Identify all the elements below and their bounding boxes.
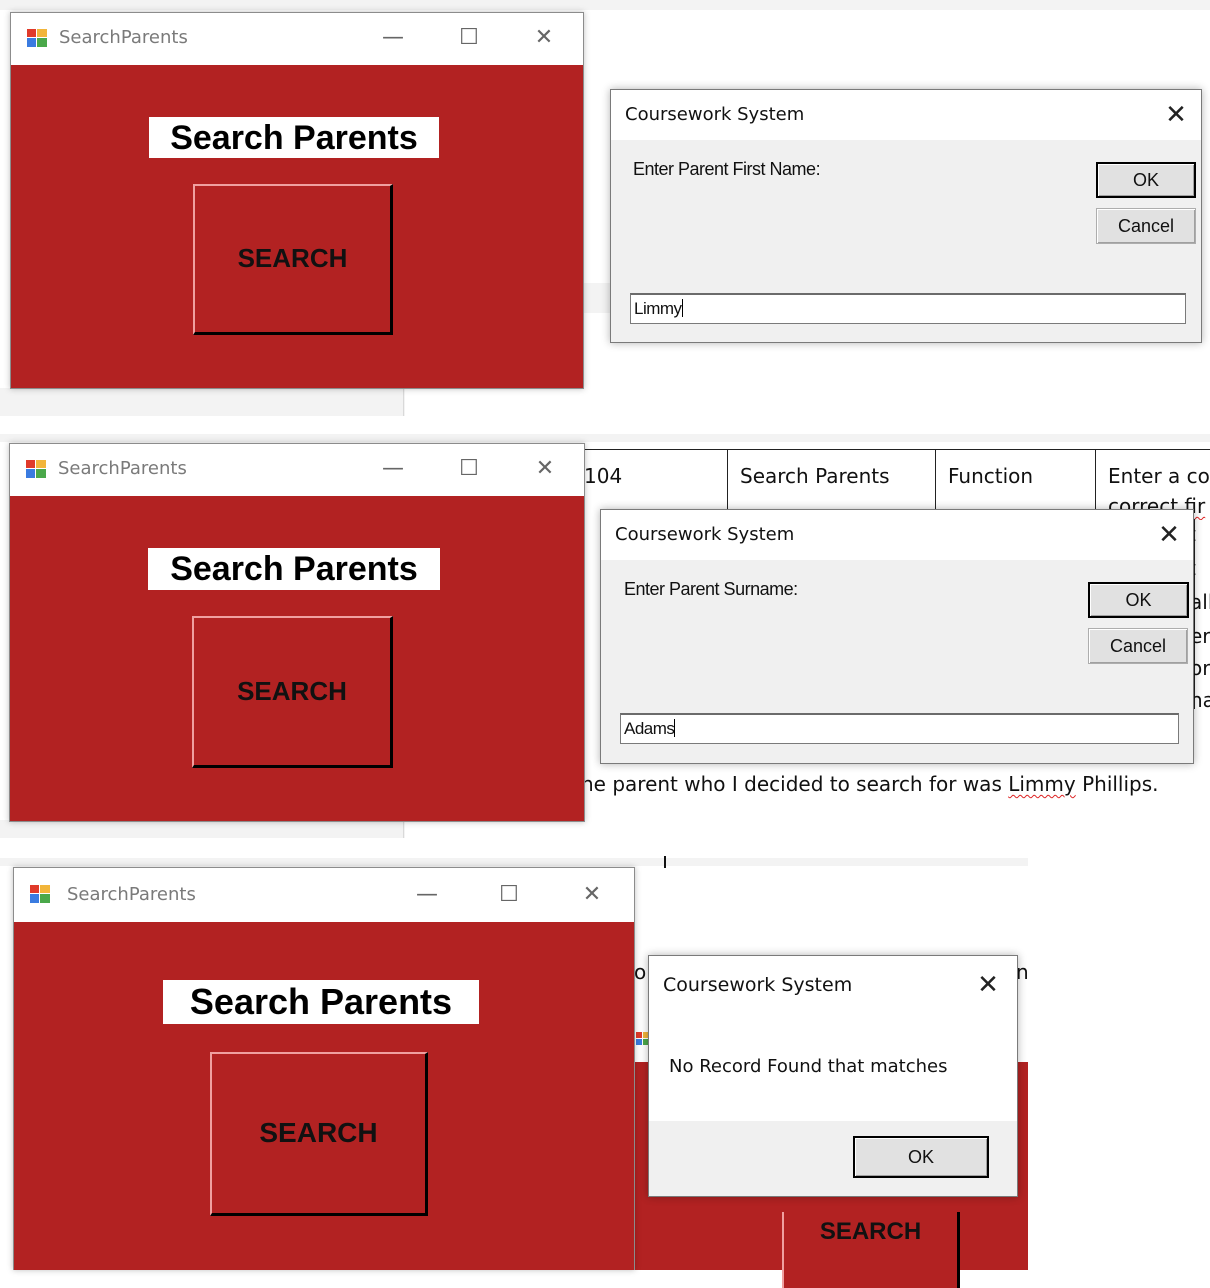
message-area: No Record Found that matches <box>649 1016 1017 1121</box>
misspelled-word: Limmy <box>1008 772 1076 796</box>
dialog-title: Coursework System <box>625 104 805 125</box>
doc-background-strip <box>583 283 613 313</box>
dialog-title-bar: Coursework System ✕ <box>649 956 1017 1016</box>
message-text: No Record Found that matches <box>669 1056 948 1077</box>
app-icon <box>27 29 47 47</box>
input-dialog: Coursework System ✕ Enter Parent First N… <box>610 89 1202 343</box>
page-title: Search Parents <box>148 548 440 590</box>
form-client-area: Search Parents SEARCH <box>11 65 583 388</box>
input-value: Limmy <box>634 299 682 318</box>
doc-background-strip <box>0 858 1028 866</box>
maximize-icon[interactable]: ☐ <box>494 880 524 910</box>
doc-divider <box>403 820 404 838</box>
dialog-title: Coursework System <box>615 524 795 545</box>
app-icon <box>30 885 50 903</box>
search-button[interactable]: SEARCH <box>193 184 393 335</box>
window-title: SearchParents <box>58 458 187 479</box>
search-button[interactable]: SEARCH <box>192 616 393 768</box>
dialog-title-bar: Coursework System ✕ <box>601 510 1193 560</box>
doc-fragment: o <box>634 960 647 984</box>
doc-sentence: he parent who I decided to search for wa… <box>581 772 1159 796</box>
table-cell-line: Enter a co <box>1108 464 1210 488</box>
doc-fragment-mark <box>664 856 666 868</box>
background-search-button[interactable]: SEARCH <box>782 1212 960 1288</box>
doc-background-strip <box>0 820 405 838</box>
title-bar: SearchParents — ☐ ✕ <box>11 13 583 65</box>
prompt-label: Enter Parent First Name: <box>633 159 821 179</box>
form-client-area: Search Parents SEARCH <box>14 922 634 1270</box>
close-icon[interactable]: ✕ <box>1159 98 1193 132</box>
title-bar: SearchParents — ☐ ✕ <box>10 444 584 496</box>
minimize-icon[interactable]: — <box>378 454 408 484</box>
search-parents-window: SearchParents — ☐ ✕ Search Parents SEARC… <box>13 867 635 1270</box>
dialog-title-bar: Coursework System ✕ <box>611 90 1201 140</box>
minimize-icon[interactable]: — <box>412 880 442 910</box>
minimize-icon[interactable]: — <box>378 23 408 53</box>
sentence-text: he parent who I decided to search for wa… <box>581 772 1009 796</box>
close-icon[interactable]: ✕ <box>577 880 607 910</box>
window-title: SearchParents <box>59 27 188 48</box>
cancel-button[interactable]: Cancel <box>1088 628 1188 664</box>
doc-background-strip <box>0 434 1210 442</box>
close-icon[interactable]: ✕ <box>529 23 559 53</box>
close-icon[interactable]: ✕ <box>530 454 560 484</box>
page-title: Search Parents <box>163 980 479 1024</box>
doc-background-strip <box>0 388 405 416</box>
search-parents-window: SearchParents — ☐ ✕ Search Parents SEARC… <box>9 443 585 822</box>
maximize-icon[interactable]: ☐ <box>454 454 484 484</box>
surname-input[interactable]: Adams <box>620 713 1179 744</box>
ok-button[interactable]: OK <box>1088 582 1189 618</box>
message-dialog: Coursework System ✕ No Record Found that… <box>648 955 1018 1197</box>
window-title: SearchParents <box>67 884 196 905</box>
cancel-button[interactable]: Cancel <box>1096 208 1196 244</box>
text-caret <box>681 299 683 317</box>
form-client-area: Search Parents SEARCH <box>10 496 584 821</box>
search-button[interactable]: SEARCH <box>210 1052 428 1216</box>
page-title: Search Parents <box>149 117 439 158</box>
sentence-text: Phillips. <box>1075 772 1159 796</box>
doc-divider <box>403 388 404 416</box>
prompt-label: Enter Parent Surname: <box>624 579 798 599</box>
first-name-input[interactable]: Limmy <box>630 293 1186 324</box>
doc-table-border <box>1194 519 1195 709</box>
dialog-title: Coursework System <box>663 974 853 996</box>
ok-button[interactable]: OK <box>1096 162 1196 198</box>
input-dialog: Coursework System ✕ Enter Parent Surname… <box>600 509 1194 764</box>
ok-button[interactable]: OK <box>853 1136 989 1178</box>
search-parents-window: SearchParents — ☐ ✕ Search Parents SEARC… <box>10 12 584 389</box>
text-caret <box>674 719 676 737</box>
maximize-icon[interactable]: ☐ <box>454 23 484 53</box>
app-icon <box>26 460 46 478</box>
title-bar: SearchParents — ☐ ✕ <box>14 868 634 922</box>
doc-background-strip <box>0 0 1210 10</box>
input-value: Adams <box>624 719 675 738</box>
close-icon[interactable]: ✕ <box>1152 518 1186 552</box>
close-icon[interactable]: ✕ <box>971 968 1005 1002</box>
